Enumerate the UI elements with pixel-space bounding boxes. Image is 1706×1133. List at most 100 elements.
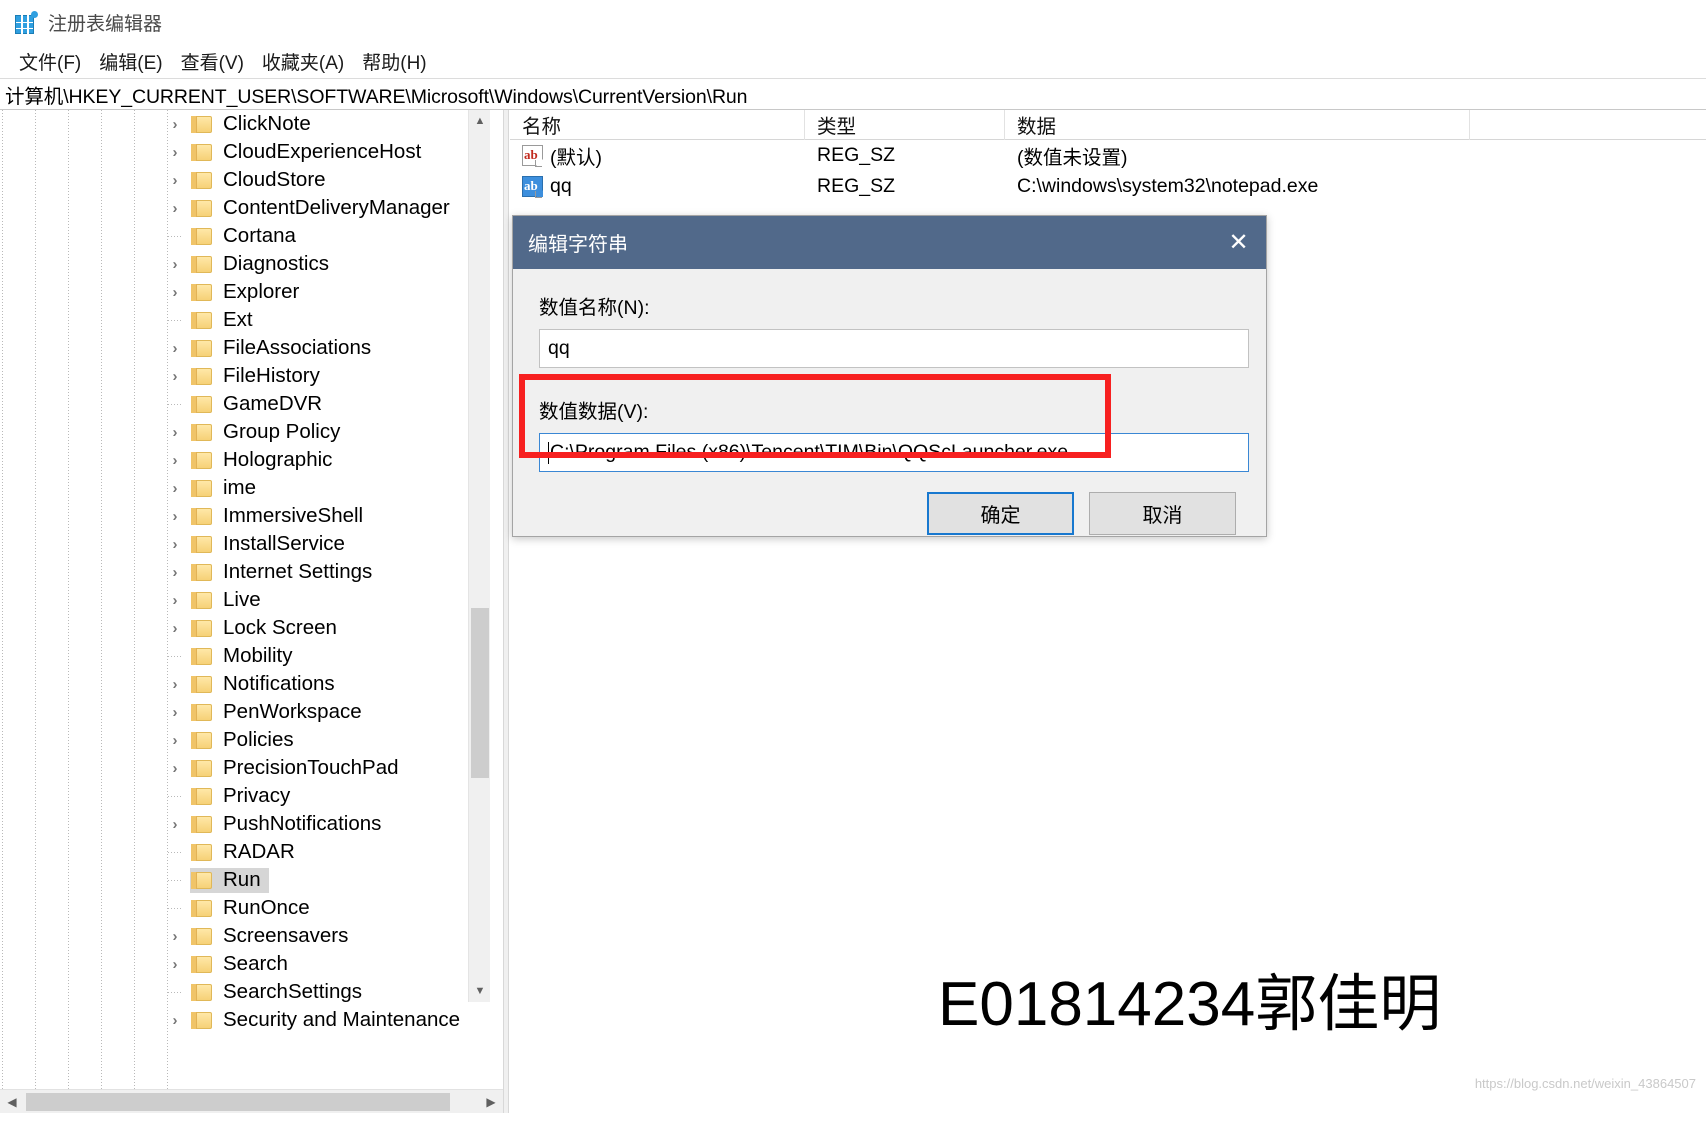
tree-item-label: GameDVR <box>223 391 323 415</box>
tree-item-ext[interactable]: Ext <box>0 306 478 334</box>
chevron-right-icon[interactable]: › <box>167 592 183 609</box>
tree-item-gamedvr[interactable]: GameDVR <box>0 390 478 418</box>
tree-item-label: Mobility <box>223 643 293 667</box>
column-header-type[interactable]: 类型 <box>805 109 1005 140</box>
chevron-right-icon[interactable]: › <box>167 760 183 777</box>
chevron-down-icon[interactable]: ▼ <box>469 980 491 1002</box>
chevron-right-icon[interactable]: › <box>167 564 183 581</box>
tree-item-internet-settings[interactable]: › Internet Settings <box>0 558 478 586</box>
dialog-buttons: 确定 取消 <box>927 492 1236 535</box>
tree-item-label: Explorer <box>223 279 300 303</box>
tree-item-mobility[interactable]: Mobility <box>0 642 478 670</box>
tree-item-run[interactable]: Run <box>0 866 478 894</box>
tree-item-diagnostics[interactable]: › Diagnostics <box>0 250 478 278</box>
folder-icon <box>191 787 212 805</box>
tree-item-label: InstallService <box>223 531 345 555</box>
tree-item-ime[interactable]: › ime <box>0 474 478 502</box>
tree-item-lock-screen[interactable]: › Lock Screen <box>0 614 478 642</box>
tree-item-label: Run <box>223 867 261 891</box>
folder-icon <box>191 1011 212 1029</box>
chevron-left-icon[interactable]: ◀ <box>0 1090 24 1113</box>
tree-item-search[interactable]: › Search <box>0 950 478 978</box>
chevron-right-icon[interactable]: › <box>167 172 183 189</box>
chevron-right-icon[interactable]: › <box>167 368 183 385</box>
tree-item-pushnotifications[interactable]: › PushNotifications <box>0 810 478 838</box>
values-row[interactable]: ab qq REG_SZ C:\windows\system32\notepad.ex… <box>510 171 1706 202</box>
tree-item-label: SearchSettings <box>223 979 363 1003</box>
tree-item-label: FileAssociations <box>223 335 372 359</box>
chevron-right-icon[interactable]: › <box>167 200 183 217</box>
chevron-right-icon[interactable]: › <box>167 676 183 693</box>
chevron-right-icon[interactable]: › <box>167 480 183 497</box>
value-name-input[interactable]: qq <box>539 329 1249 368</box>
tree-item-label: Diagnostics <box>223 251 329 275</box>
chevron-right-icon[interactable]: › <box>167 816 183 833</box>
tree-item-security-and-maintenance[interactable]: › Security and Maintenance <box>0 1006 478 1034</box>
column-header-data[interactable]: 数据 <box>1005 109 1470 140</box>
chevron-right-icon[interactable]: › <box>167 424 183 441</box>
tree-item-clicknote[interactable]: › ClickNote <box>0 110 478 138</box>
chevron-right-icon[interactable]: › <box>167 732 183 749</box>
chevron-right-icon[interactable]: › <box>167 144 183 161</box>
values-list-header: 名称 类型 数据 <box>510 109 1706 140</box>
chevron-right-icon[interactable]: › <box>167 1012 183 1029</box>
cancel-button[interactable]: 取消 <box>1089 492 1236 535</box>
menu-help[interactable]: 帮助(H) <box>353 46 435 77</box>
chevron-right-icon[interactable]: › <box>167 452 183 469</box>
folder-icon <box>191 171 212 189</box>
chevron-right-icon[interactable]: › <box>167 704 183 721</box>
registry-tree[interactable]: › ClickNote › CloudExperienceHost › CloudStor… <box>0 110 478 1034</box>
chevron-right-icon[interactable]: ▶ <box>479 1090 503 1113</box>
tree-item-cortana[interactable]: Cortana <box>0 222 478 250</box>
ok-button[interactable]: 确定 <box>927 492 1074 535</box>
tree-hscrollbar-thumb[interactable] <box>26 1093 450 1111</box>
tree-item-searchsettings[interactable]: SearchSettings <box>0 978 478 1006</box>
tree-scrollbar-thumb[interactable] <box>471 608 489 778</box>
menu-view[interactable]: 查看(V) <box>172 46 253 77</box>
tree-item-filehistory[interactable]: › FileHistory <box>0 362 478 390</box>
tree-item-privacy[interactable]: Privacy <box>0 782 478 810</box>
tree-item-screensavers[interactable]: › Screensavers <box>0 922 478 950</box>
folder-icon <box>191 563 212 581</box>
chevron-right-icon[interactable]: › <box>167 256 183 273</box>
chevron-right-icon[interactable]: › <box>167 620 183 637</box>
values-row[interactable]: ab (默认) REG_SZ (数值未设置) <box>510 140 1706 171</box>
chevron-right-icon[interactable]: › <box>167 340 183 357</box>
chevron-right-icon[interactable]: › <box>167 928 183 945</box>
chevron-up-icon[interactable]: ▲ <box>469 110 491 132</box>
tree-item-cloudexperiencehost[interactable]: › CloudExperienceHost <box>0 138 478 166</box>
tree-item-notifications[interactable]: › Notifications <box>0 670 478 698</box>
tree-item-installservice[interactable]: › InstallService <box>0 530 478 558</box>
tree-item-contentdeliverymanager[interactable]: › ContentDeliveryManager <box>0 194 478 222</box>
string-value-icon: ab <box>522 176 543 197</box>
chevron-right-icon[interactable]: › <box>167 116 183 133</box>
menu-bar: 文件(F) 编辑(E) 查看(V) 收藏夹(A) 帮助(H) <box>0 45 1706 78</box>
tree-item-explorer[interactable]: › Explorer <box>0 278 478 306</box>
tree-item-immersiveshell[interactable]: › ImmersiveShell <box>0 502 478 530</box>
tree-item-group-policy[interactable]: › Group Policy <box>0 418 478 446</box>
value-data-input[interactable]: C:\Program Files (x86)\Tencent\TIM\Bin\Q… <box>539 433 1249 472</box>
tree-item-cloudstore[interactable]: › CloudStore <box>0 166 478 194</box>
tree-item-penworkspace[interactable]: › PenWorkspace <box>0 698 478 726</box>
column-header-name[interactable]: 名称 <box>510 109 805 140</box>
tree-item-live[interactable]: › Live <box>0 586 478 614</box>
chevron-right-icon[interactable]: › <box>167 284 183 301</box>
chevron-right-icon[interactable]: › <box>167 956 183 973</box>
tree-item-runonce[interactable]: RunOnce <box>0 894 478 922</box>
tree-vertical-scrollbar[interactable]: ▲ ▼ <box>468 110 490 1002</box>
tree-item-policies[interactable]: › Policies <box>0 726 478 754</box>
menu-edit[interactable]: 编辑(E) <box>90 46 171 77</box>
menu-file[interactable]: 文件(F) <box>10 46 90 77</box>
tree-connector-line <box>168 991 183 993</box>
chevron-right-icon[interactable]: › <box>167 508 183 525</box>
tree-item-precisiontouchpad[interactable]: › PrecisionTouchPad <box>0 754 478 782</box>
close-icon[interactable]: ✕ <box>1211 216 1266 269</box>
tree-item-fileassociations[interactable]: › FileAssociations <box>0 334 478 362</box>
address-bar[interactable]: 计算机\HKEY_CURRENT_USER\SOFTWARE\Microsoft… <box>0 78 1706 110</box>
tree-horizontal-scrollbar[interactable]: ◀ ▶ <box>0 1089 503 1113</box>
pane-splitter[interactable] <box>503 110 509 1113</box>
tree-item-radar[interactable]: RADAR <box>0 838 478 866</box>
tree-item-holographic[interactable]: › Holographic <box>0 446 478 474</box>
menu-favorites[interactable]: 收藏夹(A) <box>253 46 353 77</box>
chevron-right-icon[interactable]: › <box>167 536 183 553</box>
